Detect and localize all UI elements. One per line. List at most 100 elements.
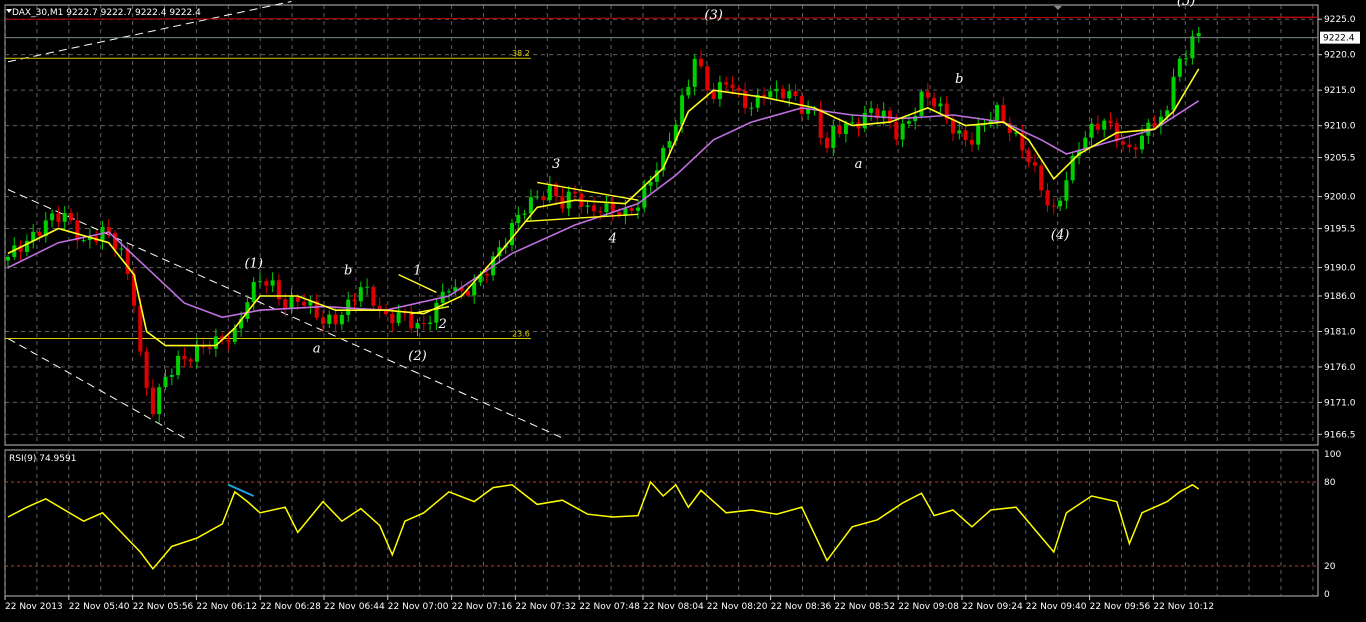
- time-tick-label: 22 Nov 06:28: [260, 602, 321, 612]
- candle-body: [150, 387, 155, 415]
- candle-body: [56, 213, 61, 222]
- candle-body: [516, 214, 521, 223]
- candle-body: [743, 90, 748, 109]
- candle-body: [1196, 33, 1201, 37]
- candle-body: [264, 281, 269, 286]
- candle-body: [207, 347, 212, 349]
- candle-body: [642, 185, 647, 208]
- time-tick-label: 22 Nov 08:36: [771, 602, 832, 612]
- candle-body: [81, 240, 86, 242]
- candle-body: [339, 315, 344, 325]
- candle-body: [749, 107, 754, 109]
- price-tick-label: 9171.0: [1324, 398, 1356, 408]
- candle-body: [925, 91, 930, 98]
- candle-body: [522, 213, 527, 215]
- candle-body: [680, 95, 685, 125]
- candle-body: [125, 248, 130, 275]
- time-tick-label: 22 Nov 08:52: [834, 602, 895, 612]
- wave-label: (4): [1051, 228, 1069, 243]
- candle-body: [321, 317, 325, 324]
- candle-body: [69, 213, 73, 221]
- candle-body: [213, 336, 218, 349]
- candle-body: [428, 322, 433, 324]
- rsi-label: RSI(9) 74.9591: [9, 454, 76, 464]
- candle-body: [144, 351, 149, 388]
- candle-body: [705, 66, 710, 91]
- candle-body: [692, 58, 697, 87]
- fib-label: 38.2: [512, 49, 530, 58]
- candle-body: [484, 274, 489, 276]
- candle-body: [283, 299, 288, 310]
- candle-body: [1032, 162, 1037, 166]
- wave-label: 4: [608, 232, 617, 247]
- candle-body: [1045, 190, 1050, 206]
- candle-body: [869, 108, 874, 113]
- candle-body: [119, 248, 124, 250]
- time-tick-label: 22 Nov 07:00: [388, 602, 449, 612]
- candle-body: [780, 88, 785, 99]
- candle-body: [163, 376, 168, 388]
- rsi-tick-label: 0: [1324, 590, 1330, 600]
- candle-body: [1127, 144, 1132, 148]
- time-tick-label: 22 Nov 07:48: [579, 602, 640, 612]
- candle-body: [768, 91, 773, 97]
- candle-body: [113, 232, 118, 250]
- rsi-tick-label: 80: [1324, 478, 1336, 488]
- price-tick-label: 9190.0: [1324, 264, 1356, 274]
- time-tick-label: 22 Nov 06:44: [324, 602, 385, 612]
- candle-body: [699, 58, 703, 67]
- candle-body: [327, 314, 332, 324]
- candle-body: [447, 291, 451, 293]
- candle-body: [1190, 36, 1195, 59]
- candle-body: [333, 314, 338, 325]
- candle-body: [75, 220, 80, 241]
- candle-body: [232, 328, 237, 342]
- candle-body: [888, 110, 892, 123]
- candle-body: [1089, 123, 1094, 138]
- time-tick-label: 22 Nov 08:20: [707, 602, 768, 612]
- candle-body: [610, 203, 615, 213]
- candle-body: [195, 345, 199, 362]
- candle-body: [302, 301, 307, 306]
- price-tick-label: 9205.5: [1324, 154, 1356, 164]
- candle-body: [157, 387, 162, 415]
- wave-label: (5): [1177, 0, 1195, 9]
- price-tick-label: 9195.5: [1324, 225, 1356, 235]
- time-tick-label: 22 Nov 10:12: [1153, 602, 1214, 612]
- candle-body: [825, 137, 829, 149]
- candle-body: [1095, 123, 1100, 130]
- candle-body: [636, 207, 640, 211]
- candle-body: [919, 91, 924, 116]
- time-tick-label: 22 Nov 2013: [5, 602, 63, 612]
- candle-body: [573, 191, 577, 194]
- candle-body: [1152, 122, 1157, 126]
- time-tick-label: 22 Nov 07:16: [452, 602, 513, 612]
- time-tick-label: 22 Nov 05:40: [69, 602, 130, 612]
- candle-body: [528, 197, 533, 214]
- time-tick-label: 22 Nov 09:40: [1026, 602, 1087, 612]
- time-tick-label: 22 Nov 08:04: [643, 602, 704, 612]
- candle-body: [50, 213, 55, 221]
- candle-body: [251, 281, 256, 303]
- time-tick-label: 22 Nov 07:32: [515, 602, 576, 612]
- candle-body: [629, 208, 634, 211]
- candle-body: [1051, 205, 1056, 207]
- candle-body: [226, 340, 231, 342]
- candle-body: [976, 124, 981, 145]
- candle-body: [421, 323, 426, 325]
- wave-label: (3): [704, 8, 722, 23]
- candle-body: [724, 82, 729, 85]
- current-price-label: 9222.4: [1323, 34, 1355, 44]
- candle-body: [843, 123, 848, 134]
- candle-body: [270, 280, 275, 286]
- candle-body: [1140, 135, 1144, 150]
- time-tick-label: 22 Nov 05:56: [133, 602, 194, 612]
- candle-body: [730, 84, 735, 88]
- candle-body: [648, 181, 653, 186]
- chart-window: 38.2 23.6 (1) a b (2) 1 2 3 4 (3) a b (4) (5) 9225.0 9…: [0, 0, 1366, 618]
- candle-body: [176, 355, 181, 375]
- candle-body: [736, 87, 741, 91]
- candle-body: [585, 205, 590, 207]
- candle-body: [396, 312, 401, 323]
- candle-body: [604, 203, 609, 212]
